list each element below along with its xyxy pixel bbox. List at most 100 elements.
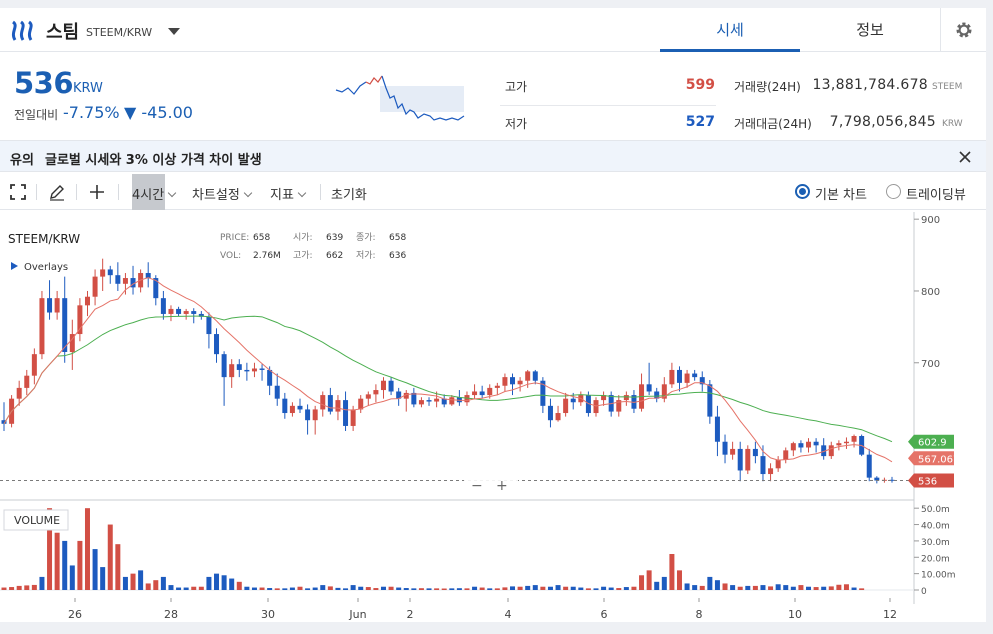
volume-bar <box>851 587 857 590</box>
price-tick-label: 800 <box>921 287 940 298</box>
candle-body <box>214 334 220 355</box>
volume-bar <box>312 587 318 590</box>
candle-body <box>221 354 227 378</box>
volume-bar <box>244 586 250 590</box>
candle-body <box>623 395 629 401</box>
volume-bar <box>616 588 622 590</box>
volume-bar <box>84 508 90 590</box>
candle-body <box>426 400 432 402</box>
candle-body <box>350 409 356 426</box>
volume-bar <box>525 585 531 590</box>
volume-bar <box>646 570 652 590</box>
volume-bar <box>274 588 280 590</box>
candle-body <box>813 441 819 446</box>
volume-bar <box>790 586 796 590</box>
candle-body <box>798 443 804 448</box>
volume-bar <box>730 585 736 590</box>
volume-bar <box>365 587 371 590</box>
candle-body <box>24 375 30 388</box>
volume-bar <box>130 573 136 590</box>
volume-bar <box>214 573 220 590</box>
volume-bar <box>449 588 455 590</box>
volume-bar <box>487 588 493 590</box>
volume-bar <box>31 584 37 590</box>
volume-bar <box>669 554 675 590</box>
candle-body <box>267 369 273 386</box>
volume-bar <box>343 588 349 590</box>
candle-body <box>646 384 652 392</box>
candle-body <box>92 276 98 297</box>
candle-body <box>365 394 371 399</box>
candle-body <box>100 269 106 277</box>
candle-body <box>229 364 235 378</box>
ohlc-info-text: VOL: <box>220 251 241 261</box>
candle-body <box>183 311 189 314</box>
volume-bar <box>350 585 356 590</box>
ma-short-tag: 567.067 <box>918 454 959 465</box>
volume-bar <box>229 578 235 590</box>
volume-bar <box>806 586 812 590</box>
volume-bar <box>16 585 22 590</box>
candle-body <box>297 405 303 410</box>
zoom-out-button: − <box>471 478 483 494</box>
volume-bar <box>92 549 98 590</box>
price-chart[interactable]: 900 800 700 50.0m 40.0m 30.0m 20.0m 10.00m 0 602.… <box>0 8 986 622</box>
x-tick-label: 10 <box>788 608 802 621</box>
volume-bar <box>403 588 409 590</box>
volume-bar <box>699 585 705 590</box>
candle-body <box>487 387 493 396</box>
volume-bar <box>494 588 500 590</box>
candle-body <box>434 398 440 402</box>
x-tick-label: Jun <box>348 608 366 621</box>
candle-body <box>115 275 121 284</box>
ohlc-info-text: 639 <box>326 233 343 243</box>
candle-body <box>722 441 728 455</box>
volume-bar <box>198 586 204 590</box>
candle-body <box>768 468 774 475</box>
volume-tick-label: 50.0m <box>921 505 950 515</box>
candle-body <box>707 384 713 417</box>
volume-bar <box>783 585 789 590</box>
candle-body <box>251 368 257 372</box>
candle-body <box>775 459 781 469</box>
volume-bar <box>282 588 288 590</box>
candle-body <box>692 373 698 378</box>
candle-body <box>31 354 37 376</box>
candle-body <box>547 405 553 421</box>
volume-bar <box>821 586 827 590</box>
ohlc-info-text: 658 <box>389 233 406 243</box>
candle-body <box>745 448 751 471</box>
volume-bar <box>145 583 151 590</box>
candle-body <box>77 305 83 335</box>
candle-body <box>312 409 318 421</box>
ohlc-info-text: 636 <box>389 251 406 261</box>
candle-body <box>411 392 417 405</box>
candle-body <box>54 298 60 313</box>
ma-short-line <box>3 277 893 463</box>
volume-bar <box>176 587 182 590</box>
volume-bar <box>9 587 15 590</box>
volume-bar <box>532 585 538 590</box>
candle-body <box>47 298 53 313</box>
candle-body <box>525 371 531 381</box>
volume-bar <box>297 586 303 590</box>
volume-bar <box>684 583 690 590</box>
volume-bar <box>639 575 645 590</box>
volume-bar <box>191 586 197 590</box>
volume-bar <box>168 585 174 590</box>
overlays-toggle: Overlays <box>24 262 68 273</box>
candle-body <box>593 400 599 414</box>
volume-bar <box>714 580 720 590</box>
volume-bar <box>510 586 516 590</box>
volume-bar <box>737 586 743 590</box>
volume-bar <box>593 588 599 590</box>
volume-bar <box>547 586 553 590</box>
candle-body <box>570 398 576 403</box>
price-tick-label: 700 <box>921 359 940 370</box>
volume-bar <box>608 587 614 590</box>
volume-bar <box>540 586 546 590</box>
ohlc-info-text: 종가: <box>356 232 376 243</box>
candle-body <box>836 443 842 446</box>
candle-body <box>335 400 341 412</box>
candle-body <box>843 441 849 444</box>
